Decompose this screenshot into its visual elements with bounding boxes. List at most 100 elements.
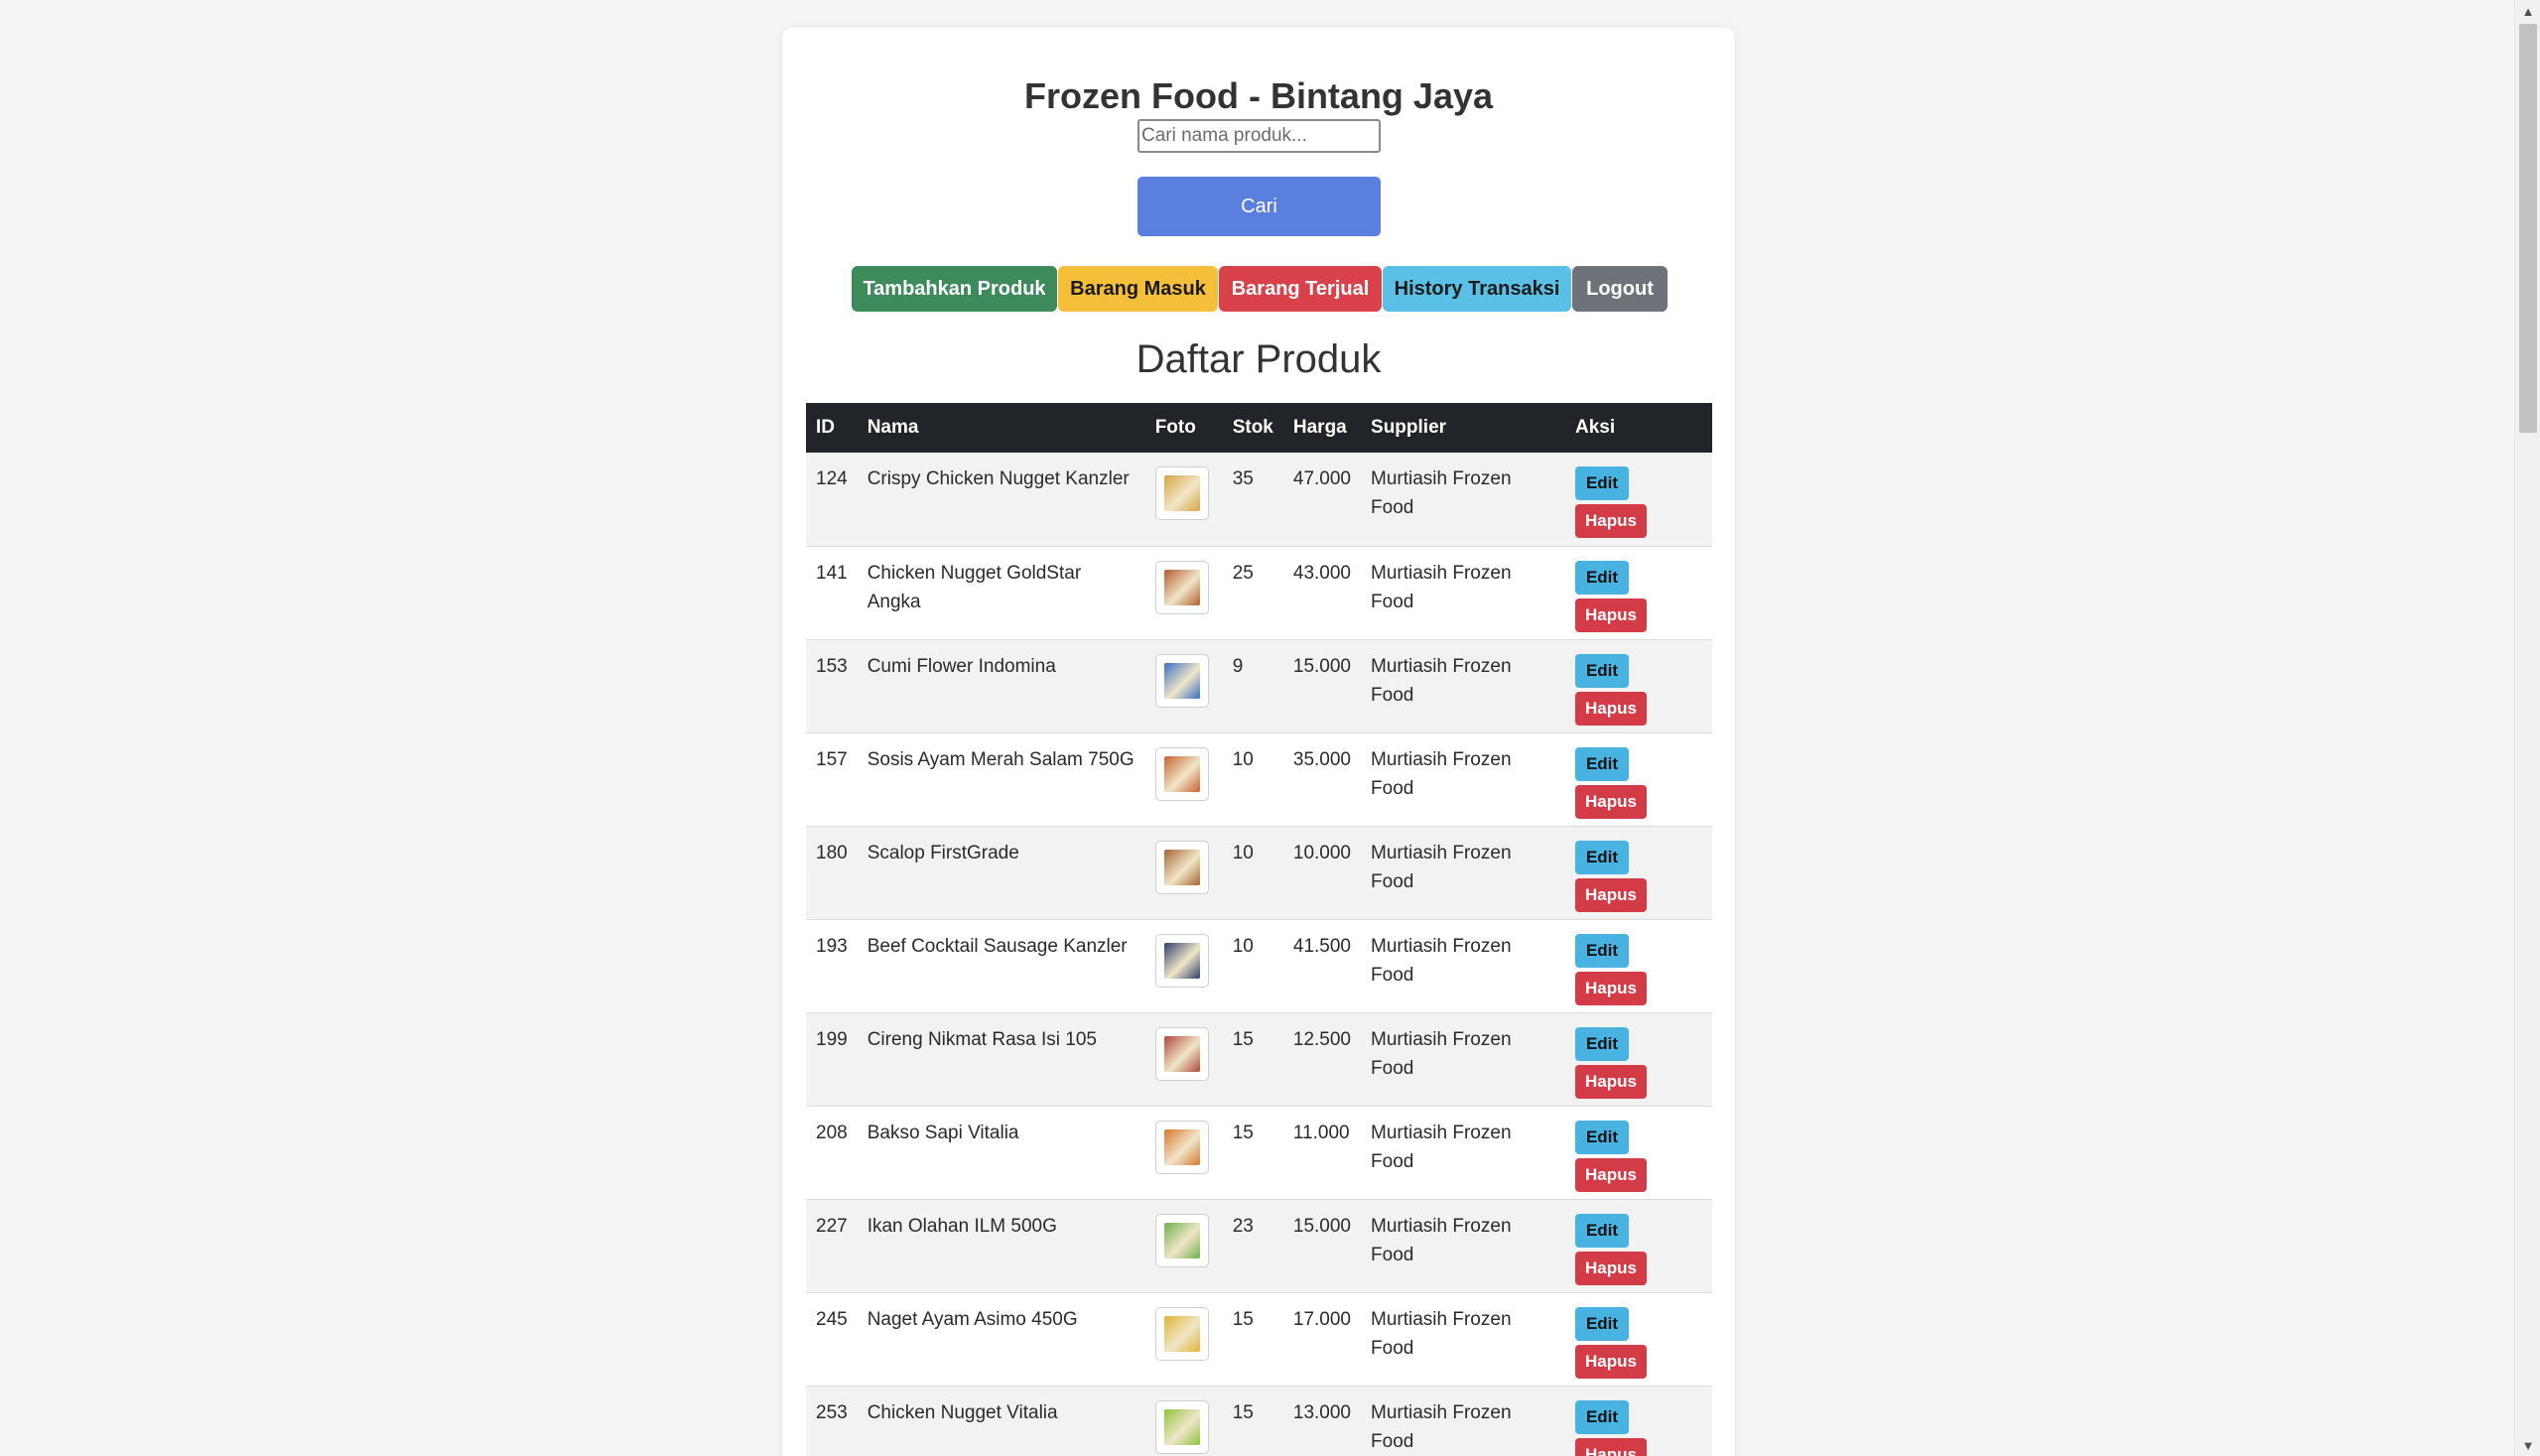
cell-stok: 15 <box>1222 1012 1283 1107</box>
header-nama: Nama <box>857 403 1145 453</box>
delete-button[interactable]: Hapus <box>1575 971 1648 1005</box>
cell-supplier: Murtiasih Frozen Food <box>1361 1106 1566 1200</box>
cell-aksi: Edit Hapus <box>1565 732 1712 827</box>
table-row: 245 Naget Ayam Asimo 450G 15 17.000 Murtiasi… <box>806 1292 1712 1387</box>
cell-supplier: Murtiasih Frozen Food <box>1361 1012 1566 1107</box>
cell-nama: Cireng Nikmat Rasa Isi 105 <box>857 1012 1145 1107</box>
delete-button[interactable]: Hapus <box>1575 1157 1648 1192</box>
cell-stok: 10 <box>1222 919 1283 1013</box>
edit-button[interactable]: Edit <box>1575 1026 1630 1061</box>
table-row: 227 Ikan Olahan ILM 500G 23 15.000 Murtiasih… <box>806 1199 1712 1293</box>
delete-button[interactable]: Hapus <box>1575 504 1648 538</box>
vertical-scrollbar[interactable]: ▲ ▼ <box>2514 0 2540 1456</box>
delete-button[interactable]: Hapus <box>1575 1251 1648 1285</box>
search-input[interactable] <box>1137 119 1381 153</box>
table-row: 253 Chicken Nugget Vitalia 15 13.000 Murtias… <box>806 1386 1712 1456</box>
cell-foto <box>1144 1012 1223 1107</box>
cell-harga: 15.000 <box>1282 639 1362 733</box>
cell-aksi: Edit Hapus <box>1565 1386 1712 1456</box>
delete-button[interactable]: Hapus <box>1575 597 1648 632</box>
logout-button[interactable]: Logout <box>1572 266 1668 312</box>
product-image <box>1163 662 1200 699</box>
search-button[interactable]: Cari <box>1137 177 1381 236</box>
cell-foto <box>1144 453 1223 547</box>
cell-foto <box>1144 732 1223 827</box>
cell-nama: Scalop FirstGrade <box>857 826 1145 920</box>
delete-button[interactable]: Hapus <box>1575 1064 1648 1099</box>
cell-supplier: Murtiasih Frozen Food <box>1361 546 1566 640</box>
edit-button[interactable]: Edit <box>1575 1213 1630 1248</box>
cell-supplier: Murtiasih Frozen Food <box>1361 919 1566 1013</box>
product-image <box>1163 1315 1200 1352</box>
edit-button[interactable]: Edit <box>1575 560 1630 595</box>
product-photo <box>1154 746 1209 801</box>
cell-nama: Crispy Chicken Nugget Kanzler <box>857 453 1145 547</box>
table-row: 153 Cumi Flower Indomina 9 15.000 Murtiasih … <box>806 639 1712 733</box>
product-photo <box>1154 560 1209 614</box>
cell-nama: Cumi Flower Indomina <box>857 639 1145 733</box>
header-aksi: Aksi <box>1565 403 1712 453</box>
product-photo <box>1154 653 1209 708</box>
product-photo <box>1154 1306 1209 1361</box>
cell-foto <box>1144 1386 1223 1456</box>
table-row: 199 Cireng Nikmat Rasa Isi 105 15 12.500 Mur… <box>806 1012 1712 1107</box>
cell-stok: 15 <box>1222 1386 1283 1456</box>
cell-aksi: Edit Hapus <box>1565 639 1712 733</box>
delete-button[interactable]: Hapus <box>1575 877 1648 912</box>
product-image <box>1163 1408 1200 1445</box>
delete-button[interactable]: Hapus <box>1575 784 1648 819</box>
table-row: 157 Sosis Ayam Merah Salam 750G 10 35.000 Mu… <box>806 732 1712 827</box>
product-table: ID Nama Foto Stok Harga Supplier Aksi 12… <box>806 403 1712 1456</box>
cell-id: 208 <box>806 1106 858 1200</box>
add-product-button[interactable]: Tambahkan Produk <box>852 266 1057 312</box>
cell-id: 199 <box>806 1012 858 1107</box>
scroll-thumb[interactable] <box>2519 24 2537 433</box>
cell-foto <box>1144 546 1223 640</box>
table-row: 124 Crispy Chicken Nugget Kanzler 35 47.000… <box>806 453 1712 547</box>
scroll-down-arrow-icon[interactable]: ▼ <box>2515 1434 2540 1456</box>
delete-button[interactable]: Hapus <box>1575 1437 1648 1456</box>
page-title: Frozen Food - Bintang Jaya <box>1023 75 1494 116</box>
edit-button[interactable]: Edit <box>1575 1120 1630 1154</box>
cell-nama: Naget Ayam Asimo 450G <box>857 1292 1145 1387</box>
edit-button[interactable]: Edit <box>1575 746 1630 781</box>
product-image <box>1163 569 1200 605</box>
cell-nama: Sosis Ayam Merah Salam 750G <box>857 732 1145 827</box>
product-photo <box>1154 1026 1209 1081</box>
delete-button[interactable]: Hapus <box>1575 691 1648 726</box>
cell-nama: Chicken Nugget GoldStar Angka <box>857 546 1145 640</box>
cell-stok: 15 <box>1222 1106 1283 1200</box>
nav-buttons: Tambahkan Produk Barang Masuk Barang Ter… <box>782 266 1735 312</box>
cell-harga: 13.000 <box>1282 1386 1362 1456</box>
product-rows: 124 Crispy Chicken Nugget Kanzler 35 47.000… <box>806 453 1712 1456</box>
cell-nama: Chicken Nugget Vitalia <box>857 1386 1145 1456</box>
product-photo <box>1154 466 1209 520</box>
cell-foto <box>1144 1199 1223 1293</box>
cell-id: 180 <box>806 826 858 920</box>
edit-button[interactable]: Edit <box>1575 1399 1630 1434</box>
edit-button[interactable]: Edit <box>1575 1306 1630 1341</box>
goods-sold-button[interactable]: Barang Terjual <box>1219 266 1382 312</box>
edit-button[interactable]: Edit <box>1575 840 1630 874</box>
cell-stok: 9 <box>1222 639 1283 733</box>
product-photo <box>1154 933 1209 988</box>
goods-in-button[interactable]: Barang Masuk <box>1058 266 1218 312</box>
cell-stok: 10 <box>1222 826 1283 920</box>
edit-button[interactable]: Edit <box>1575 933 1630 968</box>
cell-aksi: Edit Hapus <box>1565 1292 1712 1387</box>
product-image <box>1163 1035 1200 1072</box>
delete-button[interactable]: Hapus <box>1575 1344 1648 1379</box>
edit-button[interactable]: Edit <box>1575 653 1630 688</box>
scroll-up-arrow-icon[interactable]: ▲ <box>2515 0 2540 22</box>
product-image <box>1163 755 1200 792</box>
cell-foto <box>1144 1292 1223 1387</box>
header-id: ID <box>806 403 858 453</box>
cell-foto <box>1144 639 1223 733</box>
cell-supplier: Murtiasih Frozen Food <box>1361 1199 1566 1293</box>
transaction-history-button[interactable]: History Transaksi <box>1383 266 1571 312</box>
edit-button[interactable]: Edit <box>1575 466 1630 500</box>
cell-aksi: Edit Hapus <box>1565 919 1712 1013</box>
table-row: 141 Chicken Nugget GoldStar Angka 25 43.000… <box>806 546 1712 640</box>
product-image <box>1163 1222 1200 1258</box>
cell-aksi: Edit Hapus <box>1565 546 1712 640</box>
